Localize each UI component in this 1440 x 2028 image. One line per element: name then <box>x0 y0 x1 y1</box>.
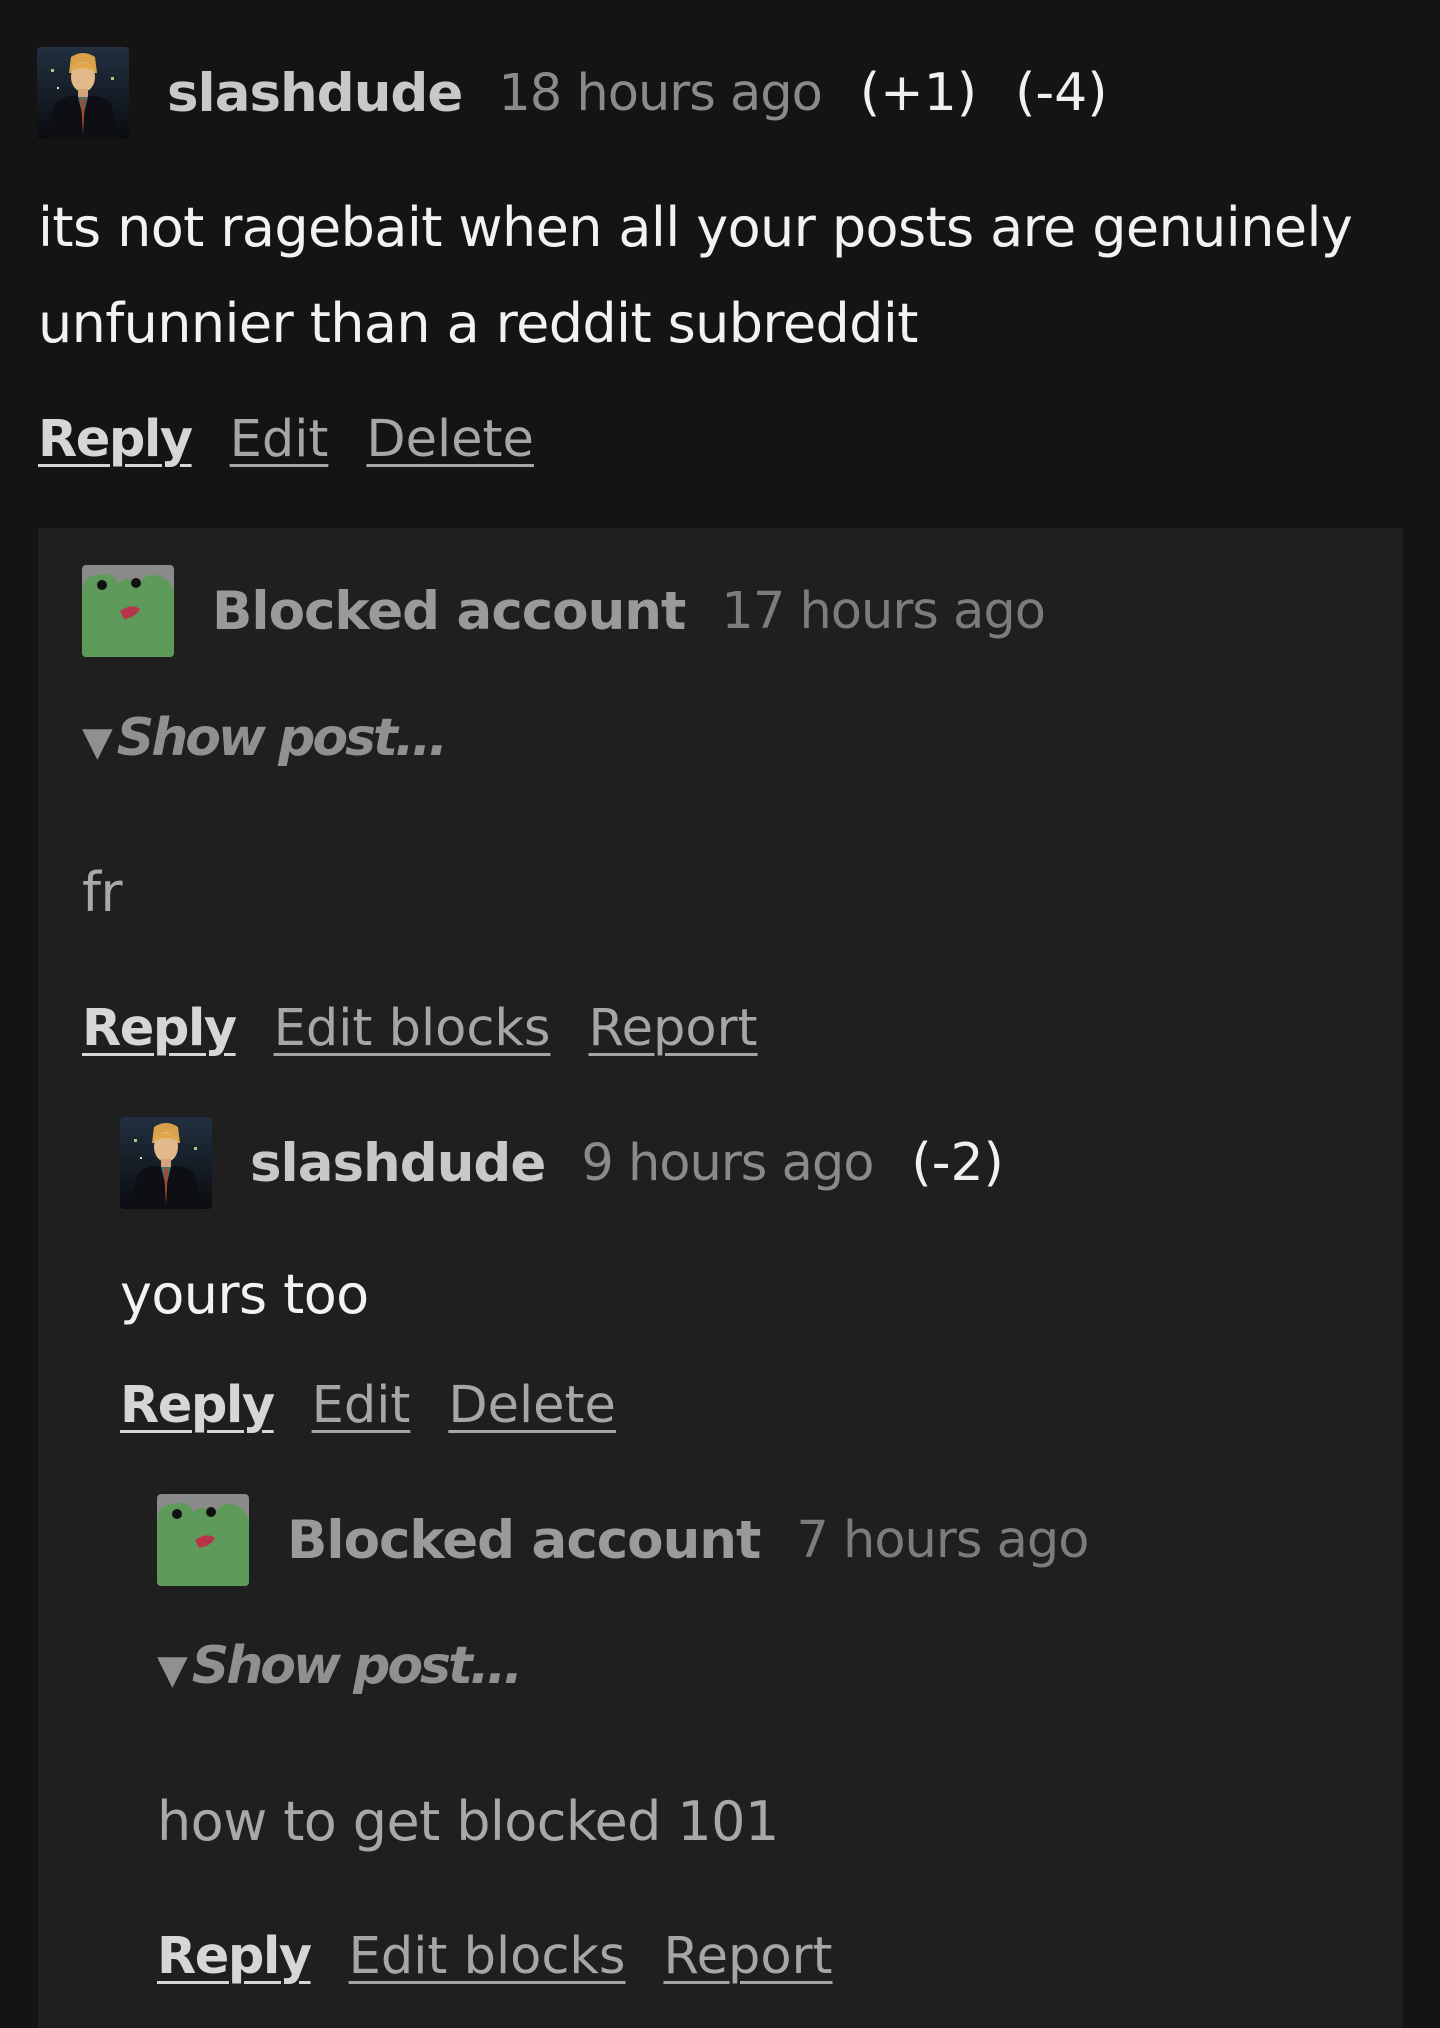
timestamp[interactable]: 17 hours ago <box>721 582 1046 641</box>
show-post-toggle[interactable]: ▼Show post... <box>157 1636 523 1696</box>
comment-header: slashdude 18 hours ago (+1) (-4) <box>37 47 1146 139</box>
report-link[interactable]: Report <box>588 999 757 1058</box>
report-link[interactable]: Report <box>663 1927 832 1986</box>
delete-link[interactable]: Delete <box>366 410 534 469</box>
timestamp[interactable]: 18 hours ago <box>498 64 823 123</box>
comment-body: fr <box>82 845 123 941</box>
edit-link[interactable]: Edit <box>230 410 329 469</box>
comment-actions: Reply Edit blocks Report <box>82 999 796 1058</box>
comment-actions: Reply Edit Delete <box>120 1376 654 1435</box>
comment-body-line: its not ragebait when all your posts are… <box>38 196 1353 259</box>
slashdude-avatar-icon <box>120 1117 212 1209</box>
reply-link[interactable]: Reply <box>82 999 237 1058</box>
user-avatar[interactable] <box>120 1117 212 1209</box>
username[interactable]: slashdude <box>167 63 463 124</box>
timestamp[interactable]: 7 hours ago <box>796 1511 1089 1570</box>
reply-link[interactable]: Reply <box>120 1376 275 1435</box>
edit-blocks-link[interactable]: Edit blocks <box>349 1927 626 1986</box>
timestamp[interactable]: 9 hours ago <box>581 1134 874 1193</box>
show-post-label: Show post... <box>191 1636 523 1696</box>
comment-body-line: fr <box>82 861 123 924</box>
delete-link[interactable]: Delete <box>448 1376 616 1435</box>
slashdude-avatar-icon <box>37 47 129 139</box>
user-avatar[interactable] <box>37 47 129 139</box>
user-avatar[interactable] <box>157 1494 249 1586</box>
disclosure-triangle-icon: ▼ <box>157 1647 188 1693</box>
frog-avatar-icon <box>82 565 174 657</box>
downvote-score[interactable]: (-4) <box>1015 63 1107 123</box>
show-post-label: Show post... <box>116 708 448 768</box>
reply-link[interactable]: Reply <box>38 410 193 469</box>
comment-actions: Reply Edit Delete <box>38 410 572 469</box>
comment-header: Blocked account 17 hours ago <box>82 565 1083 657</box>
comment-header: slashdude 9 hours ago (-2) <box>120 1117 1042 1209</box>
comment-actions: Reply Edit blocks Report <box>157 1927 871 1986</box>
upvote-score[interactable]: (+1) <box>860 63 977 123</box>
comment-body-line: yours too <box>120 1263 369 1326</box>
show-post-toggle[interactable]: ▼Show post... <box>82 708 448 768</box>
edit-blocks-link[interactable]: Edit blocks <box>274 999 551 1058</box>
user-avatar[interactable] <box>82 565 174 657</box>
username[interactable]: slashdude <box>250 1133 546 1194</box>
downvote-score[interactable]: (-2) <box>911 1133 1003 1193</box>
reply-link[interactable]: Reply <box>157 1927 312 1986</box>
comment-body: yours too <box>120 1247 369 1343</box>
edit-link[interactable]: Edit <box>312 1376 411 1435</box>
username[interactable]: Blocked account <box>212 581 686 642</box>
comment-body: how to get blocked 101 <box>157 1774 779 1870</box>
frog-avatar-icon <box>157 1494 249 1586</box>
username[interactable]: Blocked account <box>287 1510 761 1571</box>
comment-body-line: how to get blocked 101 <box>157 1790 779 1853</box>
disclosure-triangle-icon: ▼ <box>82 719 113 765</box>
comment-body: its not ragebait when all your posts are… <box>38 180 1353 372</box>
comment-header: Blocked account 7 hours ago <box>157 1494 1126 1586</box>
comment-body-line: unfunnier than a reddit subreddit <box>38 292 918 355</box>
